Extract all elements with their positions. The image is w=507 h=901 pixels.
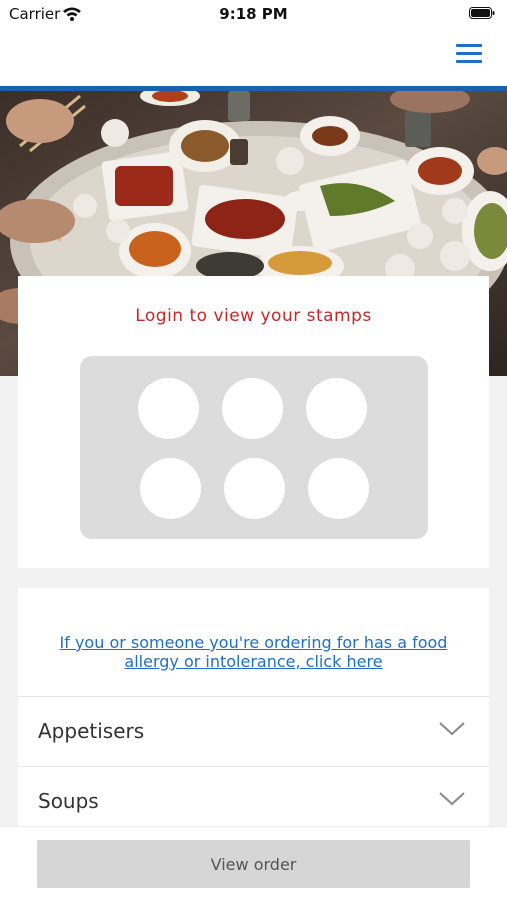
category-label: Appetisers (38, 719, 145, 743)
stamp-grid (80, 356, 428, 539)
stamp-card: Login to view your stamps (18, 276, 489, 568)
stamp-slot (222, 378, 283, 439)
allergy-card: If you or someone you're ordering for ha… (18, 588, 489, 696)
stamp-slot (138, 378, 199, 439)
status-bar: Carrier 9:18 PM (0, 0, 507, 30)
hamburger-menu-icon[interactable] (454, 40, 486, 68)
view-order-button[interactable]: View order (37, 840, 470, 888)
stamp-slot (306, 378, 367, 439)
stamp-slot (224, 458, 285, 519)
footer-bar: View order (0, 826, 507, 901)
category-label: Soups (38, 789, 99, 813)
stamp-slot (308, 458, 369, 519)
allergy-info-link[interactable]: If you or someone you're ordering for ha… (38, 633, 469, 671)
status-time: 9:18 PM (219, 5, 288, 23)
chevron-down-icon (439, 722, 465, 736)
nav-bar (0, 30, 507, 86)
chevron-down-icon (439, 792, 465, 806)
battery-icon (469, 7, 495, 19)
stamp-slot (140, 458, 201, 519)
category-row-appetisers[interactable]: Appetisers (18, 696, 489, 766)
login-stamps-title[interactable]: Login to view your stamps (18, 306, 489, 326)
